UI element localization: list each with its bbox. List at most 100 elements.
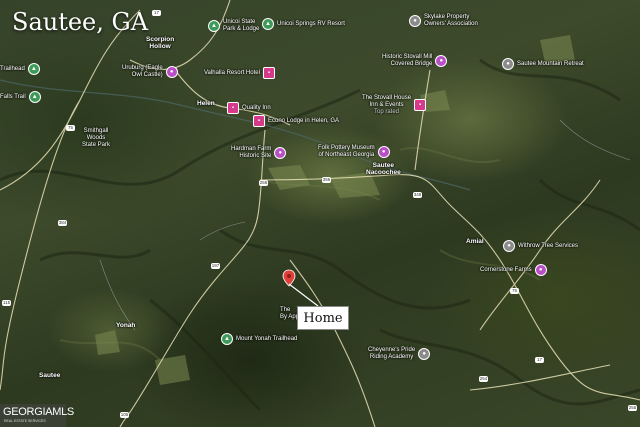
poi-cheyennes-pride-label: Cheyenne's Pride Riding Academy bbox=[368, 347, 415, 361]
poi-sautee-mountain-retreat[interactable]: ● Sautee Mountain Retreat bbox=[502, 58, 584, 70]
road-shield: 356 bbox=[322, 177, 331, 183]
callout-line bbox=[288, 283, 319, 307]
poi-label-line: Top rated bbox=[374, 108, 400, 115]
road-shield: 75 bbox=[66, 125, 75, 131]
poi-label-line: The Stovall House bbox=[362, 95, 412, 101]
landmark-icon: ● bbox=[435, 54, 448, 67]
poi-label-line: of Northeast Georgia bbox=[318, 151, 375, 158]
poi-mount-yonah-trailhead[interactable]: ▲ Mount Yonah Trailhead bbox=[221, 333, 297, 345]
road-shield: 254 bbox=[479, 376, 488, 382]
town-scorpion-hollow-line2: Hollow bbox=[149, 43, 171, 51]
poi-label-line: Folk Pottery Museum bbox=[318, 145, 375, 151]
road-shield: 255 bbox=[259, 180, 268, 186]
poi-hardman-farm-label: Hardman Farm Historic Site bbox=[231, 146, 271, 160]
place-icon: ● bbox=[503, 240, 515, 252]
poi-skylake[interactable]: ● Skylake Property Owners' Association bbox=[409, 14, 478, 28]
poi-smithgall-woods-label: Smithgall Woods State Park bbox=[82, 128, 110, 149]
road-shield: 348 bbox=[413, 192, 422, 198]
landmark-icon: ● bbox=[274, 146, 287, 159]
poi-uruburg[interactable]: ● Uruburg (Eagle Owl Castle) bbox=[122, 65, 178, 79]
hotel-icon: ▪ bbox=[262, 67, 275, 79]
poi-stovall-house[interactable]: ▪ The Stovall House Inn & Events Top rat… bbox=[362, 95, 427, 116]
town-amial: Amial bbox=[466, 238, 484, 245]
hotel-icon: ▪ bbox=[253, 115, 265, 127]
mls-watermark: GEORGIAMLS REAL ESTATE SERVICES bbox=[0, 404, 74, 427]
poi-smithgall-woods[interactable]: Smithgall Woods State Park bbox=[82, 128, 110, 149]
poi-cornerstone-farms-label: Cornerstone Farms bbox=[480, 266, 532, 273]
poi-unicoi-springs-rv[interactable]: ▲ Unicoi Springs RV Resort bbox=[262, 18, 345, 30]
home-marker[interactable] bbox=[281, 268, 331, 310]
hotel-icon: ▪ bbox=[414, 99, 427, 112]
poi-label-line: Owners' Association bbox=[424, 20, 478, 27]
hotel-icon: ▪ bbox=[227, 102, 239, 114]
poi-label-line: Park & Lodge bbox=[223, 25, 260, 32]
camping-icon: ▲ bbox=[262, 18, 274, 30]
poi-label-line: Inn & Events bbox=[369, 101, 404, 108]
poi-hardman-farm[interactable]: ● Hardman Farm Historic Site bbox=[231, 146, 287, 160]
poi-econo-lodge[interactable]: ▪ Econo Lodge in Helen, GA bbox=[253, 115, 339, 127]
road-shield: 255 bbox=[628, 405, 637, 411]
watermark-sub: REAL ESTATE SERVICES bbox=[4, 419, 46, 423]
road-shield: 105 bbox=[120, 412, 129, 418]
poi-valhalla[interactable]: ▪ Valhalla Resort Hotel bbox=[204, 67, 275, 79]
trail-icon: ▲ bbox=[28, 91, 41, 103]
poi-withrow-tree-services-label: Withrow Tree Services bbox=[518, 242, 579, 249]
poi-unicoi-state-park[interactable]: ▲ Unicoi State Park & Lodge bbox=[208, 19, 259, 33]
road-shield: 75 bbox=[510, 288, 519, 294]
poi-cheyennes-pride[interactable]: ● Cheyenne's Pride Riding Academy bbox=[368, 347, 431, 361]
poi-econo-lodge-label: Econo Lodge in Helen, GA bbox=[268, 117, 340, 124]
landmark-icon: ● bbox=[165, 65, 178, 78]
home-label: Home bbox=[297, 306, 349, 330]
poi-cornerstone-farms[interactable]: ● Cornerstone Farms bbox=[480, 264, 547, 276]
town-sautee-nacoochee-line2: Nacoochee bbox=[366, 169, 401, 177]
poi-label-line: Hardman Farm bbox=[231, 146, 272, 152]
poi-withrow-tree-services[interactable]: ● Withrow Tree Services bbox=[503, 240, 578, 252]
poi-folk-pottery-museum[interactable]: ● Folk Pottery Museum of Northeast Georg… bbox=[318, 145, 390, 159]
town-yonah: Yonah bbox=[116, 322, 136, 329]
poi-falls-trail[interactable]: ▲ Falls Trail bbox=[0, 91, 41, 103]
town-sautee: Sautee bbox=[39, 372, 61, 379]
poi-stovall-bridge-label: Historic Stovall Mill Covered Bridge bbox=[382, 54, 432, 68]
road-shield: 384 bbox=[58, 220, 67, 226]
trail-icon: ▲ bbox=[221, 333, 233, 345]
road-shield: 17 bbox=[152, 10, 161, 16]
poi-unicoi-state-park-label: Unicoi State Park & Lodge bbox=[223, 19, 259, 33]
poi-trailhead[interactable]: ▲ Trailhead bbox=[0, 63, 40, 75]
trail-icon: ▲ bbox=[27, 63, 40, 75]
map-title: Sautee, GA bbox=[12, 8, 149, 36]
map-pin-center bbox=[287, 274, 291, 278]
museum-icon: ● bbox=[377, 145, 390, 158]
poi-stovall-house-label: The Stovall House Inn & Events Top rated bbox=[362, 95, 411, 116]
town-sautee-nacoochee: Sautee Nacoochee bbox=[366, 162, 401, 176]
road-shield: 115 bbox=[2, 300, 11, 306]
park-icon: ▲ bbox=[208, 19, 220, 32]
place-icon: ● bbox=[502, 58, 514, 70]
town-helen: Helen bbox=[197, 100, 215, 107]
poi-label-line: Owl Castle) bbox=[131, 71, 163, 78]
poi-label-line: Covered Bridge bbox=[390, 60, 433, 67]
poi-unicoi-springs-rv-label: Unicoi Springs RV Resort bbox=[277, 20, 345, 27]
poi-stovall-bridge[interactable]: ● Historic Stovall Mill Covered Bridge bbox=[382, 54, 448, 68]
poi-label-line: Uruburg (Eagle bbox=[122, 65, 163, 71]
poi-uruburg-label: Uruburg (Eagle Owl Castle) bbox=[122, 65, 163, 79]
poi-label-line: Riding Academy bbox=[369, 353, 414, 360]
road-shield: 17 bbox=[535, 357, 544, 363]
town-scorpion-hollow: Scorpion Hollow bbox=[146, 36, 174, 50]
place-icon: ● bbox=[409, 14, 421, 27]
poi-falls-trail-label: Falls Trail bbox=[0, 93, 26, 100]
poi-sautee-mountain-retreat-label: Sautee Mountain Retreat bbox=[517, 60, 584, 67]
place-icon: ● bbox=[418, 347, 431, 360]
poi-skylake-label: Skylake Property Owners' Association bbox=[424, 14, 478, 28]
map-view[interactable]: Sautee, GA Scorpion Hollow Helen Sautee … bbox=[0, 0, 640, 427]
poi-label-line: Historic Stovall Mill bbox=[382, 54, 433, 60]
poi-label-line: State Park bbox=[82, 141, 111, 148]
poi-label-line: Cheyenne's Pride bbox=[368, 347, 416, 353]
poi-label-line: Historic Site bbox=[239, 152, 272, 159]
poi-trailhead-label: Trailhead bbox=[0, 65, 25, 72]
poi-folk-pottery-museum-label: Folk Pottery Museum of Northeast Georgia bbox=[318, 145, 375, 159]
road-shield: 197 bbox=[211, 263, 220, 269]
poi-quality-inn-label: Quality Inn bbox=[242, 104, 271, 111]
poi-mount-yonah-trailhead-label: Mount Yonah Trailhead bbox=[236, 335, 298, 342]
poi-label-line: Smithgall bbox=[83, 128, 109, 134]
poi-quality-inn[interactable]: ▪ Quality Inn bbox=[227, 102, 271, 114]
